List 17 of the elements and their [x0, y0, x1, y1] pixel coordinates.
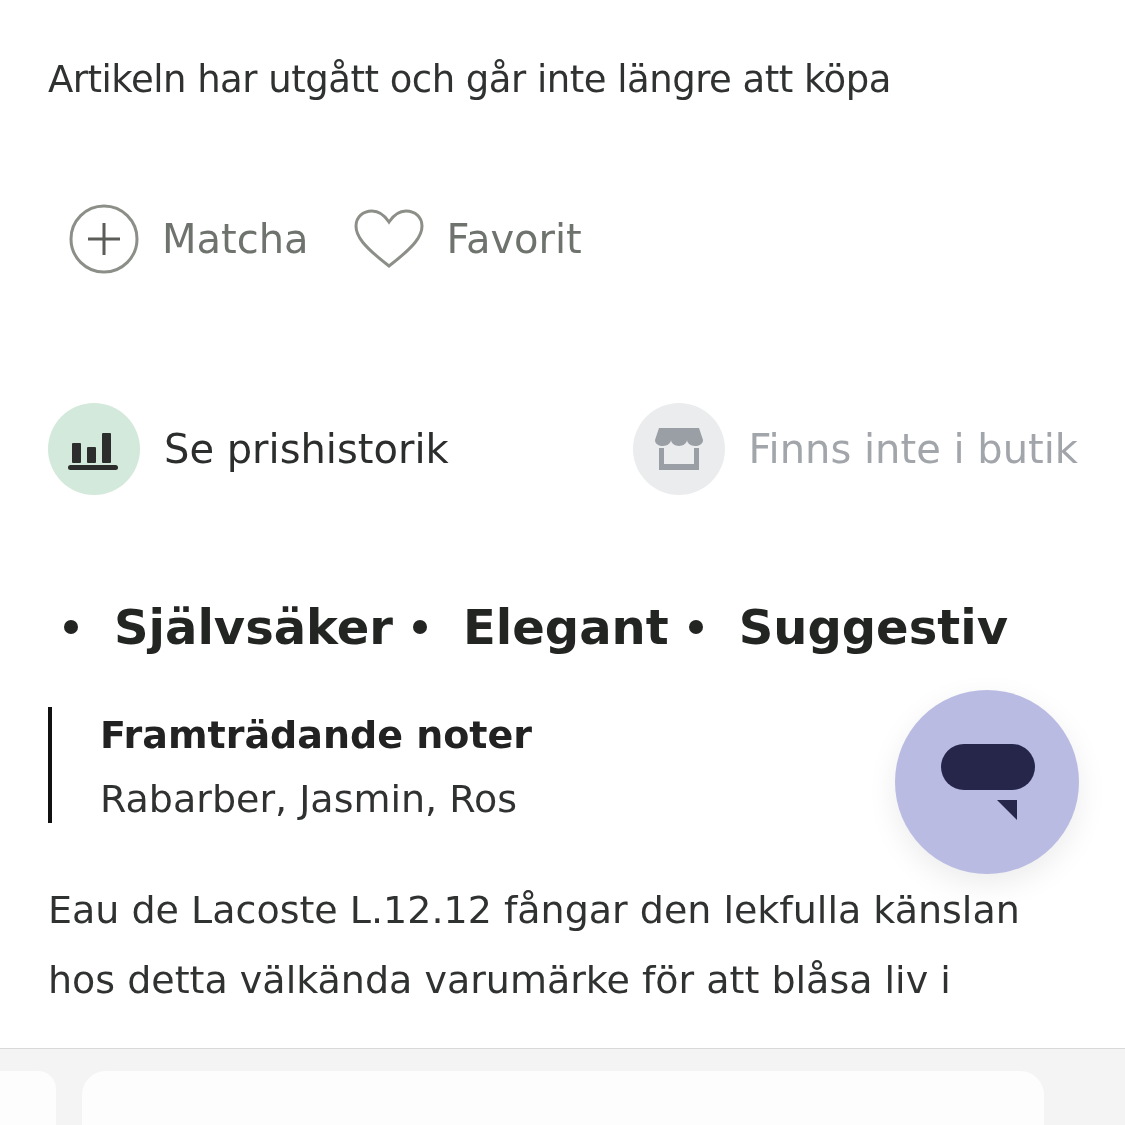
info-button[interactable]: Se prishistorik — [48, 403, 449, 495]
notes-value: Rabarber, Jasmin, Ros — [100, 777, 519, 821]
tag-label: Självsäker — [114, 599, 393, 655]
bullet-icon — [688, 620, 703, 634]
action-button[interactable]: Favorit — [352, 203, 582, 275]
bullet-icon — [64, 620, 78, 634]
action-button[interactable]: Matcha — [68, 203, 309, 275]
bullet-icon — [413, 620, 427, 634]
notes-title: Framträdande noter — [100, 713, 533, 757]
store-icon — [653, 426, 704, 472]
tag-label: Elegant — [463, 599, 669, 655]
plus-circle-icon — [68, 203, 140, 275]
chat-bubble-icon — [941, 744, 1035, 820]
heart-icon — [352, 208, 425, 270]
discontinued-notice: Artikeln har utgått och går inte längre att köpa — [48, 58, 892, 101]
description-text: Eau de Lacoste L.12.12 fångar den lekfulla känslan hos detta välkända varumärke för att blåsa liv i — [48, 887, 1021, 1004]
tag-label: Suggestiv — [738, 599, 1008, 655]
